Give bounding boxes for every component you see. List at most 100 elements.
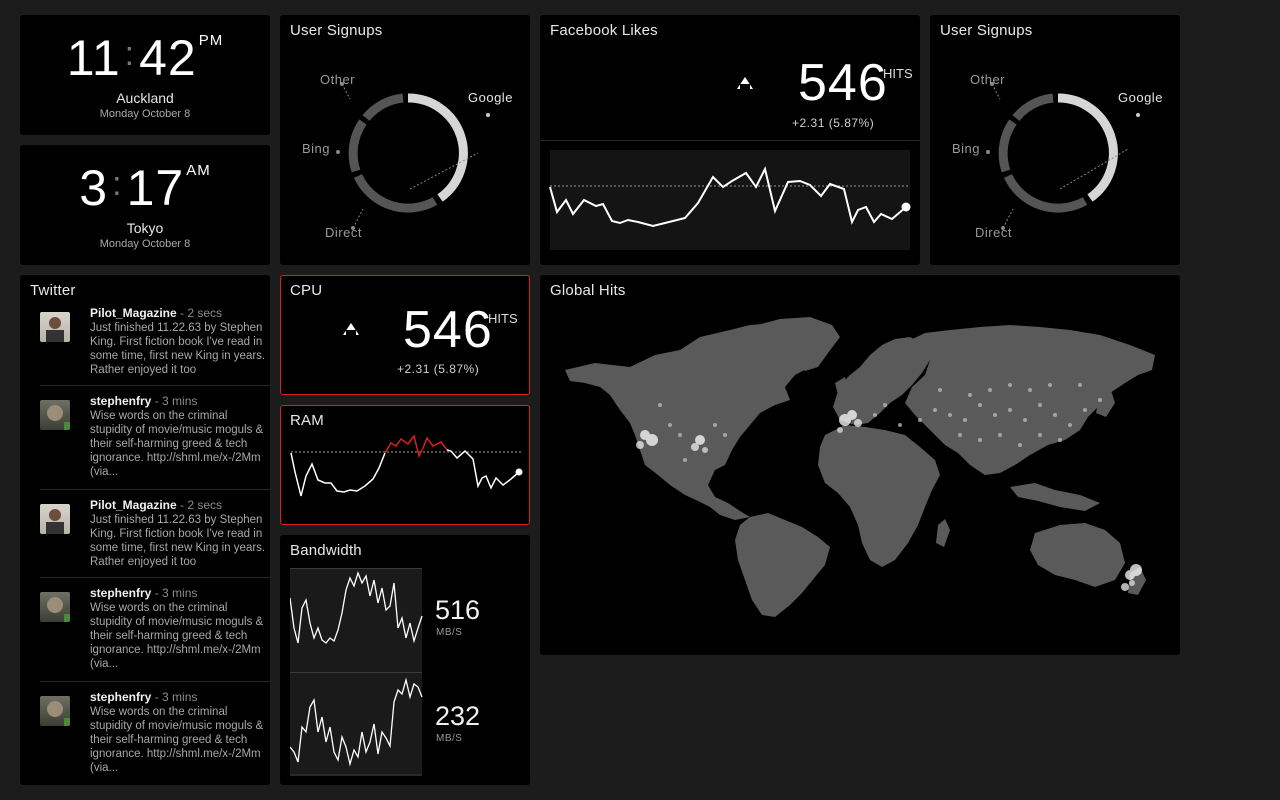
tweet-time: - 3 mins [151, 690, 198, 704]
bandwidth-down-value: 232 [435, 701, 481, 731]
clock-city: Auckland [116, 90, 174, 106]
clock-date: Monday October 8 [99, 108, 191, 120]
tweet-divider [40, 489, 270, 490]
donut-segment-google [1057, 93, 1118, 202]
donut-label-direct: Direct [975, 225, 1012, 240]
tweet-user[interactable]: Pilot_Magazine [90, 306, 177, 320]
avatar [40, 312, 70, 342]
continent-africa [818, 425, 940, 567]
tweet-text: Wise words on the criminal stupidity of … [90, 706, 264, 774]
tweet-item[interactable]: stephenfry - 3 mins Wise words on the cr… [30, 394, 270, 490]
clock-minutes: 42 [139, 30, 197, 86]
cpu-hits-value: 546 [403, 301, 493, 359]
tweet-header: Pilot_Magazine - 2 secs [90, 306, 222, 320]
cpu-hits-unit: HITS [488, 311, 518, 326]
clock-minutes: 17 [126, 160, 185, 216]
world-map [565, 317, 1155, 617]
clock-ampm: AM [186, 162, 211, 179]
donut-segment-other [362, 93, 404, 121]
panel-title: Bandwidth [290, 542, 362, 559]
tweet-text: Wise words on the criminal stupidity of … [90, 410, 264, 478]
tweet-time: - 3 mins [151, 586, 198, 600]
donut-label-google: Google [468, 90, 513, 105]
tweet-user[interactable]: stephenfry [90, 586, 151, 600]
donut-label-bing: Bing [302, 141, 331, 156]
avatar-person-icon [47, 405, 70, 430]
bandwidth-up-unit: MB/S [436, 627, 463, 638]
ram-panel: RAM [280, 405, 530, 525]
tweet-divider [40, 385, 270, 386]
donut-segment-other [1012, 93, 1054, 121]
tweet-text: Just finished 11.22.63 by Stephen King. … [90, 322, 266, 376]
user-signups-panel-right: User Signups Other Google Bing Direct [930, 15, 1180, 265]
avatar-person-icon [47, 597, 70, 622]
tweet-item[interactable]: Pilot_Magazine - 2 secs Just finished 11… [30, 498, 270, 578]
bandwidth-up-sparkline [290, 568, 423, 673]
clock-hours: 11 [66, 30, 121, 86]
global-hits-panel: Global Hits [540, 275, 1180, 655]
signups-donut-chart [986, 82, 1140, 230]
tweet-text: Wise words on the criminal stupidity of … [90, 602, 264, 670]
tweet-divider [40, 681, 270, 682]
bandwidth-up-value: 516 [435, 595, 481, 625]
donut-segment-google [407, 93, 468, 202]
tweet-user[interactable]: stephenfry [90, 394, 151, 408]
facebook-hits-unit: HITS [883, 66, 913, 81]
donut-segment-bing [348, 119, 367, 173]
tweet-header: Pilot_Magazine - 2 secs [90, 498, 222, 512]
clock-panel-auckland: 11:42 PM Auckland Monday October 8 [20, 15, 270, 135]
panel-title: Twitter [30, 282, 76, 299]
avatar-person-icon [46, 317, 64, 342]
avatar [40, 592, 70, 622]
clock-ampm: PM [198, 32, 224, 49]
continent-south-america [735, 513, 830, 617]
facebook-hits-value: 546 [798, 54, 888, 112]
signups-donut-chart [336, 82, 490, 230]
cpu-hits-delta: +2.31 (5.87%) [397, 362, 480, 376]
donut-label-other: Other [970, 72, 1006, 87]
islands-indonesia [1010, 483, 1100, 511]
cpu-panel: CPU 546 HITS +2.31 (5.87%) [280, 275, 530, 395]
avatar [40, 400, 70, 430]
tweet-divider [40, 577, 270, 578]
tweet-time: - 3 mins [151, 394, 198, 408]
clock-hours: 3 [79, 160, 109, 216]
donut-segment-direct [1003, 173, 1088, 213]
continent-asia [900, 325, 1155, 475]
up-arrow-notch [346, 330, 356, 336]
panel-title: CPU [290, 282, 323, 299]
island-madagascar [936, 519, 950, 547]
avatar [40, 696, 70, 726]
clock-time: 11:42 PM [20, 29, 270, 87]
avatar [40, 504, 70, 534]
tweet-item[interactable]: stephenfry - 3 mins Wise words on the cr… [30, 690, 263, 780]
tweet-header: stephenfry - 3 mins [90, 586, 197, 600]
twitter-panel: Twitter Pilot_Magazine - 2 secs Just fin… [20, 275, 270, 785]
clock-separator: : [124, 35, 136, 73]
clock-separator: : [112, 165, 123, 203]
tweet-item[interactable]: stephenfry - 3 mins Wise words on the cr… [30, 586, 270, 682]
clock-date: Monday October 8 [99, 238, 191, 250]
bandwidth-down-sparkline [290, 672, 423, 776]
donut-label-direct: Direct [325, 225, 362, 240]
facebook-sparkline [549, 150, 911, 250]
up-arrow-notch [740, 84, 750, 90]
donut-segment-direct [353, 173, 438, 213]
tweet-user[interactable]: stephenfry [90, 690, 151, 704]
donut-segment-bing [998, 119, 1017, 173]
bandwidth-down-unit: MB/S [436, 733, 463, 744]
tweet-user[interactable]: Pilot_Magazine [90, 498, 177, 512]
clock-panel-tokyo: 3:17 AM Tokyo Monday October 8 [20, 145, 270, 265]
clock-city: Tokyo [126, 220, 164, 236]
tweet-item[interactable]: Pilot_Magazine - 2 secs Just finished 11… [30, 306, 270, 386]
tweet-text: Just finished 11.22.63 by Stephen King. … [90, 514, 266, 568]
donut-label-google: Google [1118, 90, 1163, 105]
panel-title: Facebook Likes [550, 22, 658, 39]
tweet-header: stephenfry - 3 mins [90, 394, 197, 408]
ram-sparkline [290, 434, 523, 497]
user-signups-panel: User Signups Other Google Bing Direct [280, 15, 530, 265]
avatar-person-icon [46, 509, 64, 534]
bandwidth-panel: Bandwidth 516 MB/S 232 MB/S [280, 535, 530, 785]
continent-australia [1030, 523, 1125, 587]
tweet-time: - 2 secs [176, 498, 223, 512]
